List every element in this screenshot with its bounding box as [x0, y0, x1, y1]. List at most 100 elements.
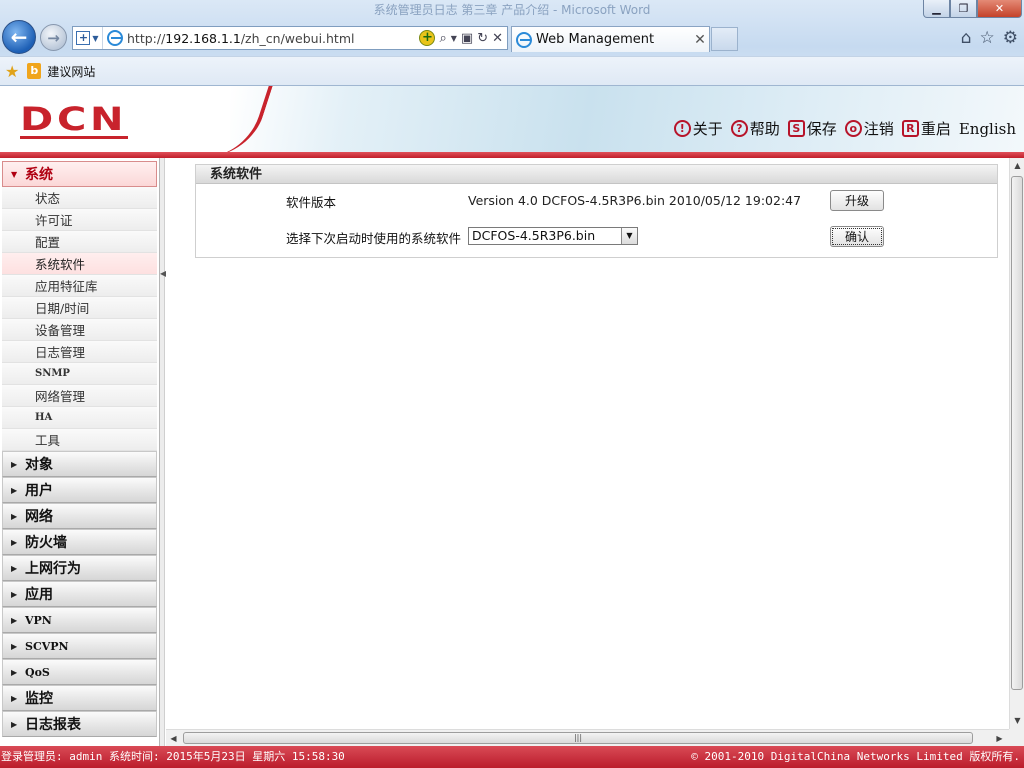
- favorites-add-icon[interactable]: ★: [5, 62, 19, 81]
- address-bar[interactable]: + ▼ http://192.168.1.1/zh_cn/webui.html +…: [72, 26, 508, 50]
- sidebar-item-status[interactable]: 状态: [2, 187, 157, 209]
- header-menu: ! 关于 ? 帮助 S 保存 o 注销 R 重启 English: [673, 118, 1016, 139]
- sidebar-item-datetime[interactable]: 日期/时间: [2, 297, 157, 319]
- english-link[interactable]: English: [959, 120, 1016, 138]
- sidebar-item-ha[interactable]: HA: [2, 407, 157, 429]
- sidebar-item-config[interactable]: 配置: [2, 231, 157, 253]
- sidebar-item-snmp[interactable]: SNMP: [2, 363, 157, 385]
- sidebar-category-users[interactable]: ▶ 用户: [2, 477, 157, 503]
- url-path: /zh_cn/webui.html: [240, 30, 355, 46]
- sidebar-item-license[interactable]: 许可证: [2, 209, 157, 231]
- sidebar-category-label: 上网行为: [25, 561, 81, 577]
- sidebar-category-network[interactable]: ▶ 网络: [2, 503, 157, 529]
- add-icon: +: [76, 31, 91, 45]
- compatibility-button[interactable]: + ▼: [73, 27, 103, 49]
- save-label: 保存: [806, 120, 837, 138]
- about-link[interactable]: ! 关于: [673, 118, 723, 139]
- refresh-icon[interactable]: ↻: [477, 31, 488, 46]
- sidebar-category-monitor[interactable]: ▶ 监控: [2, 685, 157, 711]
- scroll-down-icon[interactable]: ▼: [1010, 713, 1024, 728]
- tab-close-icon[interactable]: ✕: [691, 32, 709, 48]
- sidebar-category-applications[interactable]: ▶ 应用: [2, 581, 157, 607]
- scroll-left-icon[interactable]: ◀: [166, 731, 181, 746]
- sidebar-category-system[interactable]: ▼ 系统: [2, 161, 157, 187]
- forward-button[interactable]: →: [40, 24, 67, 51]
- sidebar-category-internet-behavior[interactable]: ▶ 上网行为: [2, 555, 157, 581]
- sidebar-splitter[interactable]: [160, 158, 165, 746]
- favorite-link-suggested[interactable]: 建议网站: [47, 63, 95, 80]
- vertical-scrollbar[interactable]: ▲ ▼: [1009, 158, 1024, 729]
- new-tab-button[interactable]: [711, 27, 738, 51]
- login-status: 登录管理员: admin 系统时间: 2015年5月23日 星期六 15:58:…: [1, 750, 345, 763]
- tab-label: Web Management: [536, 32, 655, 47]
- chevron-down-icon: ▼: [92, 33, 99, 43]
- maximize-button[interactable]: ❐: [950, 0, 977, 18]
- sidebar-category-objects[interactable]: ▶ 对象: [2, 451, 157, 477]
- sidebar-category-label: VPN: [25, 613, 52, 627]
- save-icon: S: [787, 120, 805, 137]
- sidebar-item-network-mgmt[interactable]: 网络管理: [2, 385, 157, 407]
- sidebar-item-app-signature[interactable]: 应用特征库: [2, 275, 157, 297]
- reboot-link[interactable]: R 重启: [901, 118, 951, 139]
- reboot-label: 重启: [920, 120, 951, 138]
- chevron-down-icon[interactable]: ▼: [451, 34, 457, 43]
- url-text[interactable]: http://192.168.1.1/zh_cn/webui.html: [127, 31, 419, 46]
- sidebar-category-label: 应用: [25, 587, 53, 603]
- sidebar-item-log-mgmt[interactable]: 日志管理: [2, 341, 157, 363]
- scrollbar-corner: [1009, 729, 1024, 746]
- sidebar-category-label: 用户: [25, 483, 53, 499]
- chevron-down-icon: ▼: [621, 228, 637, 244]
- back-button[interactable]: ←: [2, 20, 36, 54]
- sidebar-category-log-reports[interactable]: ▶ 日志报表: [2, 711, 157, 737]
- logout-link[interactable]: o 注销: [844, 118, 894, 139]
- sidebar-category-label: 对象: [25, 457, 53, 473]
- help-link[interactable]: ? 帮助: [730, 118, 780, 139]
- gear-icon[interactable]: ⚙: [1003, 28, 1018, 48]
- addon-plus-icon[interactable]: +: [419, 30, 436, 46]
- software-version-value: Version 4.0 DCFOS-4.5R3P6.bin 2010/05/12…: [468, 193, 802, 208]
- vertical-scroll-thumb[interactable]: [1011, 176, 1023, 690]
- software-version-row: 软件版本 Version 4.0 DCFOS-4.5R3P6.bin 2010/…: [196, 185, 997, 215]
- address-bar-icons: + ⌕ ▼ ▣ ↻ ✕: [419, 30, 507, 46]
- close-window-button[interactable]: ✕: [977, 0, 1022, 18]
- sidebar-item-device-mgmt[interactable]: 设备管理: [2, 319, 157, 341]
- sidebar-category-vpn[interactable]: ▶ VPN: [2, 607, 157, 633]
- caret-right-icon: ▶: [11, 641, 18, 651]
- boot-software-selected: DCFOS-4.5R3P6.bin: [472, 228, 596, 243]
- sidebar-category-label: 日志报表: [25, 717, 81, 733]
- caret-right-icon: ▶: [11, 511, 18, 521]
- sidebar-item-tools[interactable]: 工具: [2, 429, 157, 451]
- scroll-up-icon[interactable]: ▲: [1010, 158, 1024, 173]
- sidebar: ▼ 系统 状态 许可证 配置 系统软件 应用特征库 日期/时间 设备管理 日志管理…: [0, 158, 160, 746]
- window-controls: ▁ ❐ ✕: [923, 0, 1022, 19]
- compat-view-icon[interactable]: ▣: [461, 31, 473, 46]
- about-label: 关于: [692, 120, 723, 138]
- scroll-right-icon[interactable]: ▶: [992, 731, 1007, 746]
- sidebar-item-system-software[interactable]: 系统软件: [2, 253, 157, 275]
- horizontal-scrollbar[interactable]: ◀ ||| ▶: [166, 729, 1009, 746]
- browser-tools: ⌂ ☆ ⚙: [961, 28, 1018, 48]
- sidebar-category-scvpn[interactable]: ▶ SCVPN: [2, 633, 157, 659]
- minimize-button[interactable]: ▁: [923, 0, 950, 18]
- horizontal-scroll-thumb[interactable]: |||: [183, 732, 973, 744]
- sidebar-category-label: 系统: [25, 167, 53, 183]
- browser-tab[interactable]: Web Management ✕: [511, 26, 710, 52]
- stop-icon[interactable]: ✕: [492, 31, 503, 46]
- search-icon[interactable]: ⌕: [439, 31, 446, 46]
- panel-title: 系统软件: [196, 165, 997, 184]
- upgrade-button[interactable]: 升级: [830, 190, 884, 211]
- save-link[interactable]: S 保存: [787, 118, 837, 139]
- main-content: 系统软件 软件版本 Version 4.0 DCFOS-4.5R3P6.bin …: [166, 158, 1009, 729]
- home-icon[interactable]: ⌂: [961, 28, 972, 48]
- logout-label: 注销: [863, 120, 894, 138]
- logo-underline: [20, 136, 128, 139]
- sidebar-category-firewall[interactable]: ▶ 防火墙: [2, 529, 157, 555]
- confirm-button[interactable]: 确认: [830, 226, 884, 247]
- boot-software-select[interactable]: DCFOS-4.5R3P6.bin ▼: [468, 227, 638, 245]
- window-title: 系统管理员日志 第三章 产品介绍 - Microsoft Word: [373, 3, 651, 17]
- sidebar-category-qos[interactable]: ▶ QoS: [2, 659, 157, 685]
- collapse-arrow-icon[interactable]: ◀: [160, 266, 166, 282]
- favorites-bar: ★ b 建议网站: [0, 56, 1024, 85]
- info-icon: !: [673, 120, 691, 137]
- favorites-star-icon[interactable]: ☆: [980, 28, 995, 48]
